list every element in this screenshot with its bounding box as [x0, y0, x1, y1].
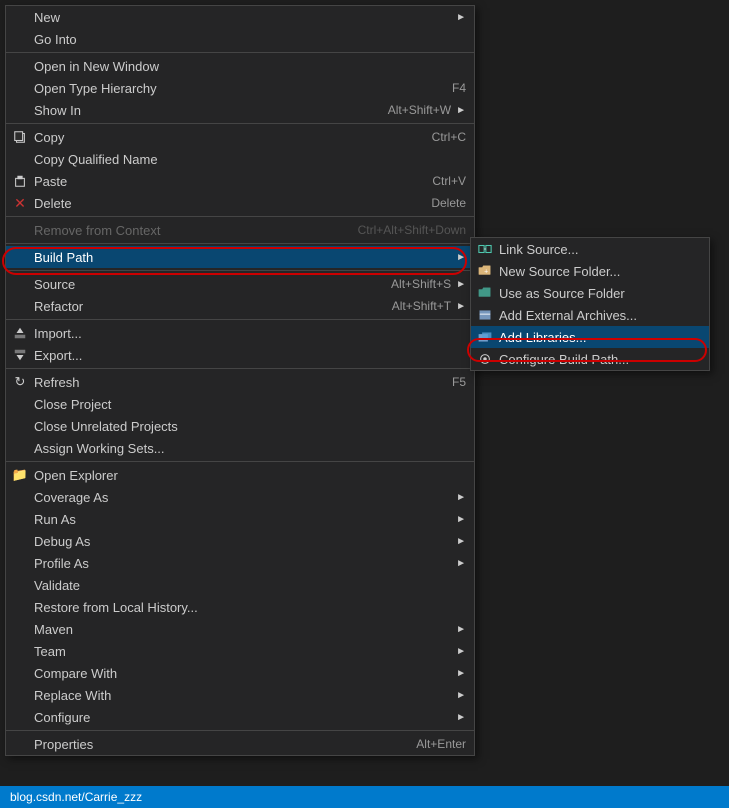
svg-text:+: + [484, 269, 488, 276]
use-as-source-icon [477, 285, 493, 301]
menu-item-copy-qualified[interactable]: Copy Qualified Name [6, 148, 474, 170]
separator-1 [6, 52, 474, 53]
export-icon [12, 347, 28, 363]
separator-7 [6, 368, 474, 369]
submenu-add-external-archives[interactable]: Add External Archives... [471, 304, 709, 326]
add-external-archives-icon [477, 307, 493, 323]
separator-9 [6, 730, 474, 731]
url-bar: blog.csdn.net/Carrie_zzz [0, 786, 729, 808]
paste-icon [12, 173, 28, 189]
configure-build-path-icon [477, 351, 493, 367]
menu-item-configure[interactable]: Configure ► [6, 706, 474, 728]
menu-item-close-unrelated[interactable]: Close Unrelated Projects [6, 415, 474, 437]
menu-item-team[interactable]: Team ► [6, 640, 474, 662]
delete-icon: ✕ [12, 195, 28, 211]
menu-item-refactor[interactable]: Refactor Alt+Shift+T ► [6, 295, 474, 317]
menu-item-open-new-window[interactable]: Open in New Window [6, 55, 474, 77]
menu-item-run-as[interactable]: Run As ► [6, 508, 474, 530]
menu-item-maven[interactable]: Maven ► [6, 618, 474, 640]
submenu-new-source-folder[interactable]: + New Source Folder... [471, 260, 709, 282]
menu-item-restore-history[interactable]: Restore from Local History... [6, 596, 474, 618]
menu-item-assign-working-sets[interactable]: Assign Working Sets... [6, 437, 474, 459]
separator-3 [6, 216, 474, 217]
submenu-add-libraries[interactable]: Add Libraries... [471, 326, 709, 348]
menu-item-close-project[interactable]: Close Project [6, 393, 474, 415]
menu-item-go-into[interactable]: Go Into [6, 28, 474, 50]
menu-item-source[interactable]: Source Alt+Shift+S ► [6, 273, 474, 295]
separator-4 [6, 243, 474, 244]
separator-5 [6, 270, 474, 271]
menu-item-profile-as[interactable]: Profile As ► [6, 552, 474, 574]
context-menu: New ► Go Into Open in New Window Open Ty… [5, 5, 475, 756]
menu-item-paste[interactable]: Paste Ctrl+V [6, 170, 474, 192]
build-path-submenu: Link Source... + New Source Folder... Us… [470, 237, 710, 371]
refresh-icon: ↻ [12, 374, 28, 390]
menu-item-coverage-as[interactable]: Coverage As ► [6, 486, 474, 508]
menu-item-remove-context: Remove from Context Ctrl+Alt+Shift+Down [6, 219, 474, 241]
menu-item-copy[interactable]: Copy Ctrl+C [6, 126, 474, 148]
menu-item-show-in[interactable]: Show In Alt+Shift+W ► [6, 99, 474, 121]
separator-2 [6, 123, 474, 124]
new-source-folder-icon: + [477, 263, 493, 279]
submenu-configure-build-path[interactable]: Configure Build Path... [471, 348, 709, 370]
menu-item-refresh[interactable]: ↻ Refresh F5 [6, 371, 474, 393]
copy-icon [12, 129, 28, 145]
menu-item-compare-with[interactable]: Compare With ► [6, 662, 474, 684]
link-source-icon [477, 241, 493, 257]
menu-item-import[interactable]: Import... [6, 322, 474, 344]
separator-8 [6, 461, 474, 462]
menu-item-export[interactable]: Export... [6, 344, 474, 366]
add-libraries-icon [477, 329, 493, 345]
url-text: blog.csdn.net/Carrie_zzz [10, 790, 142, 804]
submenu-use-as-source[interactable]: Use as Source Folder [471, 282, 709, 304]
menu-item-open-type-hierarchy[interactable]: Open Type Hierarchy F4 [6, 77, 474, 99]
menu-item-new[interactable]: New ► [6, 6, 474, 28]
submenu-link-source[interactable]: Link Source... [471, 238, 709, 260]
menu-item-delete[interactable]: ✕ Delete Delete [6, 192, 474, 214]
menu-item-properties[interactable]: Properties Alt+Enter [6, 733, 474, 755]
menu-item-validate[interactable]: Validate [6, 574, 474, 596]
menu-item-open-explorer[interactable]: 📁 Open Explorer [6, 464, 474, 486]
folder-icon: 📁 [12, 467, 28, 483]
separator-6 [6, 319, 474, 320]
menu-item-build-path[interactable]: Build Path ► [6, 246, 474, 268]
menu-item-replace-with[interactable]: Replace With ► [6, 684, 474, 706]
menu-item-debug-as[interactable]: Debug As ► [6, 530, 474, 552]
import-icon [12, 325, 28, 341]
